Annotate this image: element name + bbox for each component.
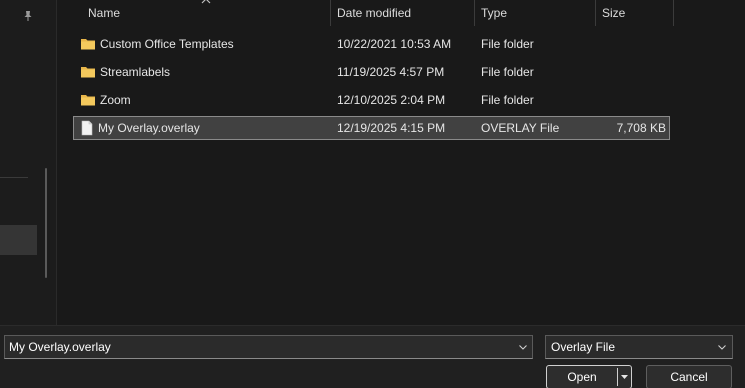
file-name: My Overlay.overlay [98,121,200,135]
file-type: File folder [481,93,534,107]
cancel-button[interactable]: Cancel [646,365,732,388]
column-header-size[interactable]: Size [595,0,674,26]
file-type: File folder [481,65,534,79]
nav-scrollbar[interactable] [45,168,47,278]
file-row[interactable]: Custom Office Templates 10/22/2021 10:53… [73,32,670,56]
file-type: File folder [481,37,534,51]
split-divider [617,368,618,386]
navigation-pane [0,0,57,325]
folder-icon [81,94,95,106]
nav-divider [0,177,28,178]
file-name-input[interactable]: My Overlay.overlay [9,336,111,358]
file-date-modified: 11/19/2025 4:57 PM [337,65,445,79]
file-date-modified: 10/22/2021 10:53 AM [337,37,452,51]
file-icon [81,120,93,136]
file-name: Zoom [100,93,131,107]
nav-selected-item[interactable] [0,225,37,255]
file-date-modified: 12/19/2025 4:15 PM [337,121,446,135]
file-name-combobox[interactable]: My Overlay.overlay [4,335,533,359]
file-row[interactable]: Streamlabels 11/19/2025 4:57 PM File fol… [73,60,670,84]
file-type-value: Overlay File [551,340,616,354]
dialog-footer: My Overlay.overlay Overlay File Open Can… [0,325,745,388]
file-date-modified: 12/10/2025 2:04 PM [337,93,446,107]
column-header-name[interactable]: Name [82,0,329,26]
chevron-down-icon[interactable] [717,342,727,352]
file-list: Name Date modified Type Size Custom Offi… [57,0,745,325]
open-button[interactable]: Open [546,365,632,388]
folder-icon [81,66,95,78]
column-header-row: Name Date modified Type Size [57,0,745,26]
column-header-date-modified[interactable]: Date modified [330,0,474,26]
file-name: Custom Office Templates [100,37,234,51]
file-size: 7,708 KB [616,121,666,135]
file-name: Streamlabels [100,65,171,79]
chevron-down-icon[interactable] [518,342,528,352]
open-button-label: Open [567,370,597,384]
file-row-selected[interactable]: My Overlay.overlay 12/19/2025 4:15 PM OV… [73,116,670,140]
pin-icon[interactable] [22,10,34,22]
file-type-select[interactable]: Overlay File [545,335,733,359]
file-row[interactable]: Zoom 12/10/2025 2:04 PM File folder [73,88,670,112]
folder-icon [81,38,95,50]
column-header-type[interactable]: Type [474,0,595,26]
file-type: OVERLAY File [481,121,560,135]
chevron-down-icon[interactable] [620,373,629,381]
